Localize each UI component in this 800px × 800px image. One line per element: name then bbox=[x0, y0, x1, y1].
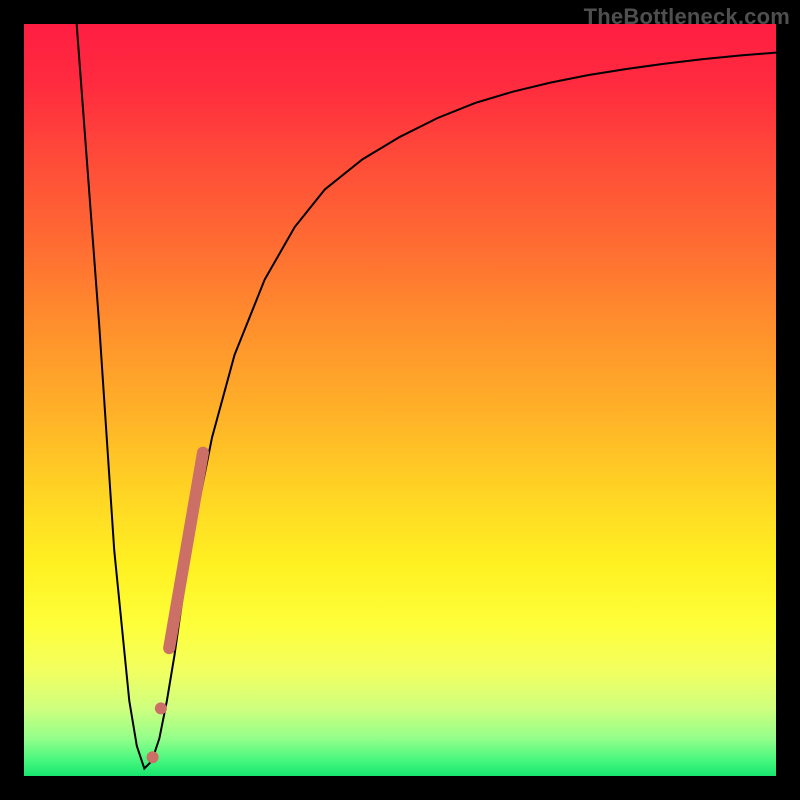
chart-frame: TheBottleneck.com bbox=[0, 0, 800, 800]
chart-svg bbox=[24, 24, 776, 776]
watermark-text: TheBottleneck.com bbox=[584, 4, 790, 30]
marker-highlight-dot-bottom bbox=[147, 751, 159, 763]
plot-area bbox=[24, 24, 776, 776]
highlight-layer bbox=[147, 453, 203, 764]
series-highlight-segment bbox=[169, 453, 203, 649]
marker-highlight-dot-lower bbox=[155, 702, 167, 714]
curve-layer bbox=[77, 24, 776, 768]
series-curve bbox=[77, 24, 776, 768]
